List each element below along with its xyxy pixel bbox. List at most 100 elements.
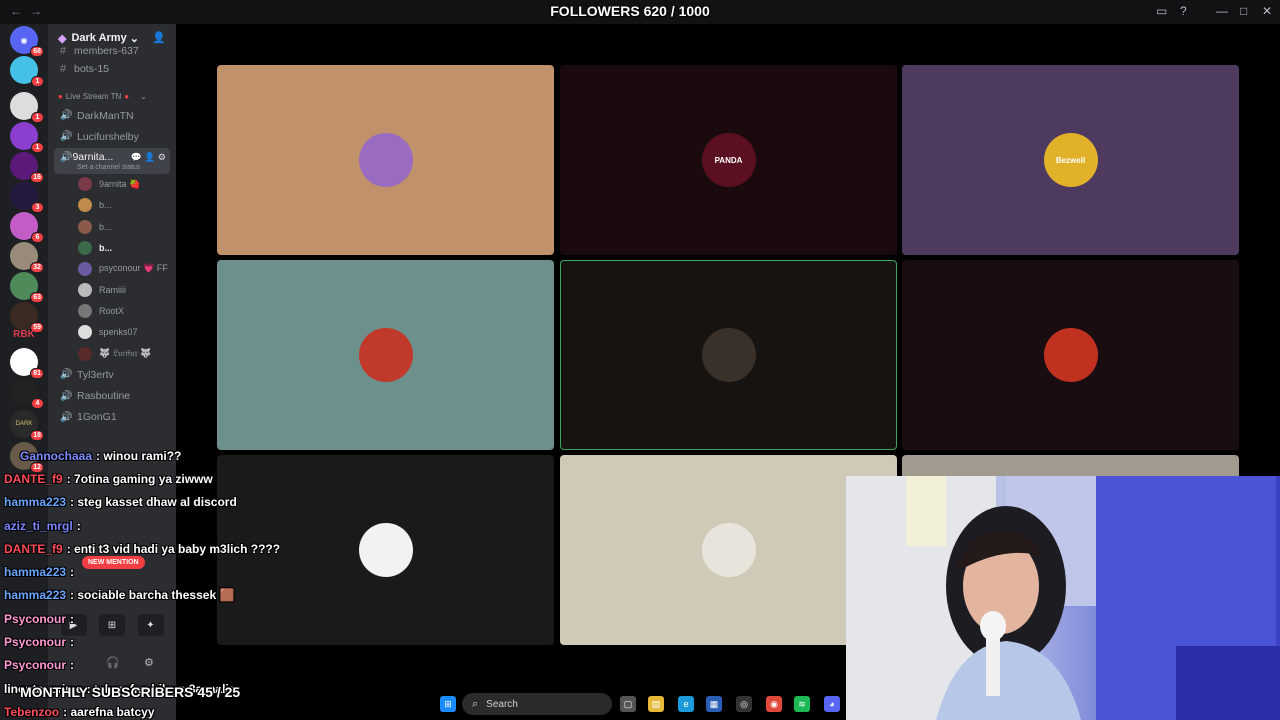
voice-member-name: b...	[99, 221, 112, 232]
server-icon[interactable]: 81	[10, 348, 44, 379]
chat-text: :	[70, 611, 75, 626]
chat-message: Psyconour:	[0, 630, 420, 653]
server-icon[interactable]: 1	[10, 122, 44, 153]
server-icon[interactable]: 1	[10, 92, 44, 123]
voice-member[interactable]: RootX	[48, 301, 176, 322]
chat-text: : steg kasset dhaw al discord	[70, 495, 237, 510]
obs-icon[interactable]: ◎	[736, 696, 752, 712]
server-rbk-icon[interactable]: RBK	[10, 320, 38, 348]
avatar	[78, 240, 92, 255]
hash-icon: #	[60, 45, 67, 57]
chat-username: aziz_ti_mrgl	[4, 518, 73, 533]
voice-channel-active[interactable]: 🔊9arnita... 💬 👤 ⚙ Set a channel status	[54, 147, 170, 174]
chat-username: hamma223	[4, 565, 67, 580]
participant-avatar	[701, 523, 756, 577]
search-icon: ⌕	[472, 697, 479, 710]
chat-username: Psyconour	[4, 658, 67, 673]
chat-text: : enti t3 vid hadi ya baby m3lich ????	[66, 541, 281, 556]
participant-tile[interactable]	[217, 65, 554, 255]
voice-member[interactable]: 9arnita 🍓	[48, 174, 176, 195]
voice-member[interactable]: psyconour 💗 FF	[48, 258, 176, 279]
chat-text: : sociable barcha thessek 🟫	[70, 588, 235, 603]
streamer-webcam	[846, 476, 1280, 720]
chat-text: :	[76, 518, 81, 533]
voice-member-name: b...	[99, 242, 112, 253]
avatar-label: Bezwell	[1055, 155, 1086, 165]
participant-avatar	[358, 328, 413, 382]
chrome-icon[interactable]: ◉	[766, 696, 782, 712]
chat-username: Psyconour	[4, 635, 67, 650]
channel-status[interactable]: Set a channel status	[60, 164, 170, 171]
avatar	[78, 325, 92, 340]
participant-tile[interactable]	[560, 260, 897, 450]
voice-member-name: Ramiiii	[99, 285, 126, 296]
chat-text: :	[70, 635, 75, 650]
voice-member[interactable]: b...	[48, 237, 176, 258]
voice-channel-tyl3ertv[interactable]: 🔊 Tyl3ertv	[48, 364, 176, 385]
category-live-stream[interactable]: ● Live Stream TN ● ⌄	[48, 87, 176, 105]
participant-avatar: PANDA	[701, 133, 756, 187]
chat-username: Psyconour	[4, 611, 67, 626]
channel-members[interactable]: # members-637	[48, 44, 176, 58]
spotify-icon[interactable]: ≋	[794, 696, 810, 712]
start-icon[interactable]: ⊞	[440, 696, 456, 712]
participant-tile[interactable]: PANDA	[560, 65, 897, 255]
speaker-icon: 🔊	[60, 369, 73, 381]
chat-message: hamma223: sociable barcha thessek 🟫	[0, 584, 420, 607]
file-explorer-icon[interactable]: ▤	[648, 696, 664, 712]
webcam-scene	[846, 476, 1280, 720]
speaker-icon: 🔊	[60, 110, 73, 122]
chat-username: DANTE_f9	[4, 471, 63, 486]
voice-member[interactable]: b...	[48, 195, 176, 216]
voice-member[interactable]: b...	[48, 216, 176, 237]
voice-channel-lucifurshelby[interactable]: 🔊 Lucifurshelby	[48, 126, 176, 147]
participant-avatar	[358, 133, 413, 187]
voice-channel-rasboutine[interactable]: 🔊 Rasboutine	[48, 385, 176, 406]
server-icon[interactable]: 32	[10, 242, 44, 273]
store-icon[interactable]: ▦	[706, 696, 722, 712]
channel-tools[interactable]: 💬 👤 ⚙	[131, 152, 166, 163]
avatar	[78, 283, 92, 298]
edge-icon[interactable]: e	[678, 696, 694, 712]
windows-taskbar: ⊞ ⌕ Search ▢ ▤ e ▦ ◎ ◉ ≋ ◕	[430, 688, 850, 720]
taskbar-search[interactable]: ⌕ Search	[462, 693, 612, 715]
chat-message: Psyconour:	[0, 654, 420, 677]
server-dark-icon[interactable]: DARK 18	[10, 410, 44, 441]
home-icon[interactable]: ◉ 68	[10, 26, 44, 57]
server-icon[interactable]: 16	[10, 152, 44, 183]
screen: ← → ▭ ? — □ ✕ FOLLOWERS 620 / 1000 ◉ 68 1…	[0, 0, 1280, 720]
server-icon[interactable]: 1	[10, 56, 44, 87]
voice-member-name: spenks07	[99, 327, 138, 338]
chevron-down-icon: ⌄	[129, 32, 139, 45]
channel-bots[interactable]: # bots-15	[48, 58, 176, 79]
speaker-icon: 🔊	[60, 411, 73, 423]
chat-message: aziz_ti_mrgl:	[0, 514, 420, 537]
close-icon[interactable]: ✕	[1262, 4, 1272, 18]
chat-text: : winou rami??	[96, 448, 182, 463]
discord-icon[interactable]: ◕	[824, 696, 840, 712]
participant-tile[interactable]: Bezwell	[902, 65, 1239, 255]
speaker-icon: 🔊	[60, 151, 73, 163]
server-icon[interactable]: 6	[10, 212, 44, 243]
server-icon[interactable]: 63	[10, 272, 44, 303]
voice-channel-darkmantn[interactable]: 🔊 DarkManTN	[48, 105, 176, 126]
participant-avatar	[701, 328, 756, 382]
new-mention-badge[interactable]: NEW MENTION	[82, 556, 145, 569]
participant-tile[interactable]	[902, 260, 1239, 450]
invite-people-icon[interactable]: 👤	[152, 31, 166, 44]
monthly-subscribers-overlay: MONTHLY SUBSCRIBERS 45 / 25	[20, 684, 241, 700]
chat-text: : 7otina gaming ya ziwww	[66, 471, 213, 486]
voice-member[interactable]: Ramiiii	[48, 280, 176, 301]
chat-username: Gannochaaa	[20, 448, 93, 463]
participant-avatar	[1043, 328, 1098, 382]
voice-member[interactable]: 🐺 𝔏𝔲𝔠𝔦𝔣𝔲𝔯 🐺	[48, 343, 176, 364]
server-icon[interactable]: 3	[10, 182, 44, 213]
server-icon[interactable]: 4	[10, 378, 44, 409]
participant-tile[interactable]	[217, 260, 554, 450]
voice-channel-1gong1[interactable]: 🔊 1GonG1	[48, 407, 176, 428]
task-view-icon[interactable]: ▢	[620, 696, 636, 712]
voice-member[interactable]: spenks07	[48, 322, 176, 343]
chat-text: : aarefna batcyy	[63, 704, 155, 719]
chat-message: DANTE_f9: enti t3 vid hadi ya baby m3lic…	[0, 537, 420, 560]
avatar	[78, 261, 92, 276]
